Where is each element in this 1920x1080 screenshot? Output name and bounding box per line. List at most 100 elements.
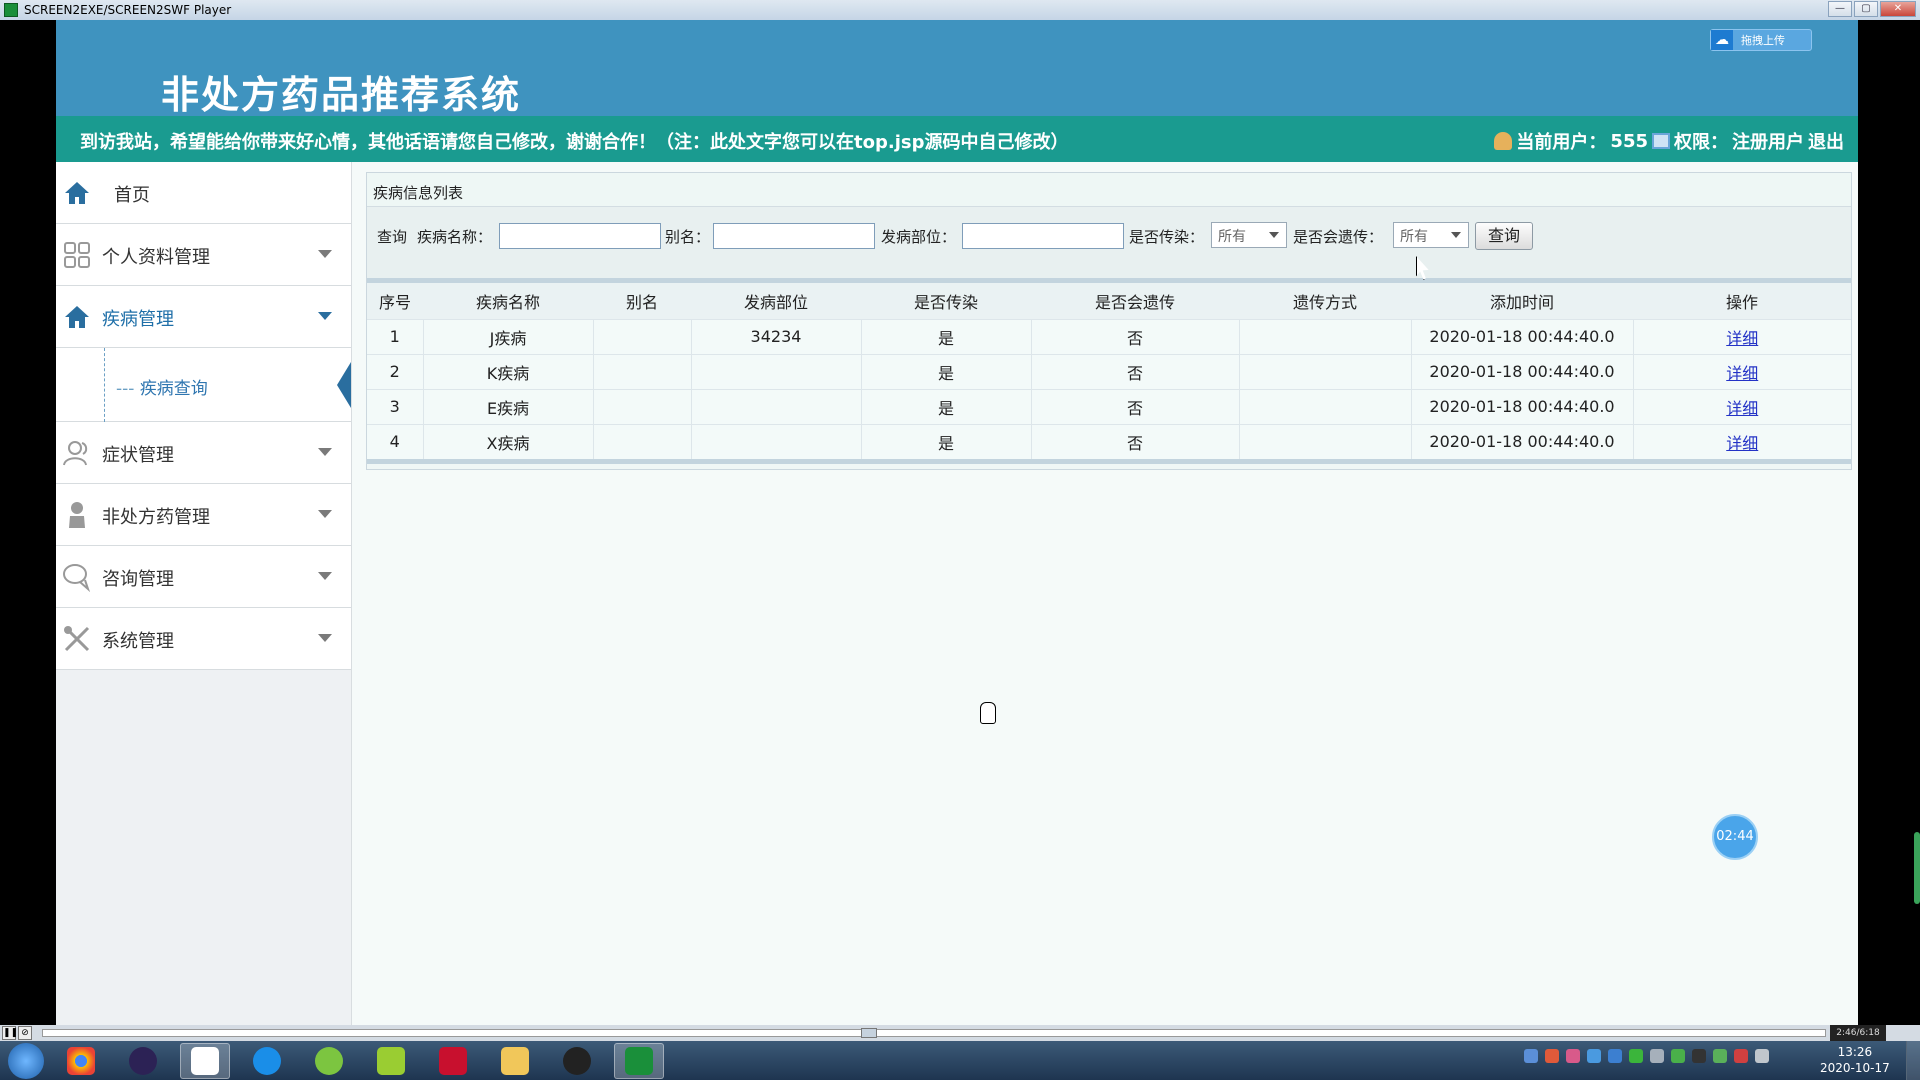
notice-message: 到访我站，希望能给你带来好心情，其他话语请您自己修改，谢谢合作！（注：此处文字您…	[80, 132, 1069, 153]
tray-icon[interactable]	[1545, 1049, 1559, 1063]
tray-icon[interactable]	[1524, 1049, 1538, 1063]
tray-icon[interactable]	[1566, 1049, 1580, 1063]
clock-time: 13:26	[1837, 1045, 1873, 1059]
sidebar-subitem-disease-query[interactable]: 疾病查询	[56, 348, 351, 422]
search-button[interactable]: 查询	[1475, 222, 1533, 250]
detail-link[interactable]: 详细	[1726, 364, 1758, 383]
start-button[interactable]	[8, 1042, 44, 1079]
wechat-icon[interactable]	[1629, 1049, 1643, 1063]
sidebar-item-profile[interactable]: 个人资料管理	[56, 224, 351, 286]
eclipse-icon	[129, 1046, 157, 1075]
monitor-icon[interactable]	[1755, 1049, 1769, 1063]
cell-action: 详细	[1632, 424, 1851, 459]
col-header-inheritance: 遗传方式	[1292, 292, 1357, 312]
tray-icon[interactable]	[1671, 1049, 1685, 1063]
chevron-down-icon	[318, 510, 332, 518]
disease-name-input[interactable]	[499, 223, 661, 249]
logout-link[interactable]: 退出	[1808, 128, 1844, 154]
contagious-select[interactable]: 所有	[1211, 222, 1287, 248]
panel-title: 疾病信息列表	[367, 173, 1851, 207]
recording-timer[interactable]: 02:44	[1712, 814, 1758, 860]
taskbar-browser[interactable]	[242, 1043, 292, 1079]
site-label: 发病部位：	[881, 228, 957, 246]
taskbar-chrome[interactable]	[56, 1043, 106, 1079]
sidebar-item-system[interactable]: 系统管理	[56, 608, 351, 670]
taskbar-flash[interactable]	[428, 1043, 478, 1079]
cell-added-time: 2020-01-18 00:44:40.0	[1410, 354, 1633, 389]
sidebar-item-home[interactable]: 首页	[56, 162, 351, 224]
sidebar-item-label: 个人资料管理	[102, 247, 210, 268]
maximize-button[interactable]: ▢	[1854, 1, 1878, 17]
cell-contagious: 是	[860, 354, 1031, 389]
home-icon	[65, 306, 89, 328]
users-icon	[63, 441, 88, 466]
cell-index: 4	[389, 432, 400, 452]
table-row: 4 X疾病 是 否 2020-01-18 00:44:40.0 详细	[367, 424, 1851, 459]
col-header-hereditary: 是否会遗传	[1094, 292, 1175, 312]
seek-thumb[interactable]	[861, 1028, 877, 1038]
chat-icon	[63, 564, 91, 592]
cell-action: 详细	[1632, 389, 1851, 424]
taskbar-explorer[interactable]	[490, 1043, 540, 1079]
permission-value: 注册用户	[1732, 132, 1804, 153]
sidebar-item-otc-drug[interactable]: 非处方药管理	[56, 484, 351, 546]
taskbar-clock[interactable]: 13:26 2020-10-17	[1820, 1044, 1890, 1076]
detail-link[interactable]: 详细	[1726, 434, 1758, 453]
minimize-button[interactable]: —	[1828, 1, 1852, 17]
current-user-label: 当前用户：	[1516, 132, 1607, 153]
pause-icon[interactable]: ❚❚	[2, 1026, 18, 1040]
sidebar-item-label: 非处方药管理	[102, 507, 210, 528]
qq-icon	[563, 1046, 591, 1075]
window-titlebar: SCREEN2EXE/SCREEN2SWF Player — ▢ ✕	[0, 0, 1920, 20]
upload-button[interactable]: ☁ 拖拽上传	[1710, 29, 1812, 51]
cloud-icon	[191, 1046, 219, 1075]
taskbar-baidu-netdisk[interactable]	[180, 1042, 230, 1079]
taskbar-player[interactable]	[614, 1042, 664, 1079]
show-desktop-button[interactable]	[1906, 1041, 1920, 1080]
grid-icon	[64, 242, 90, 268]
cell-name: J疾病	[422, 319, 593, 354]
network-icon[interactable]	[1713, 1049, 1727, 1063]
taskbar-eclipse[interactable]	[118, 1043, 168, 1079]
close-button[interactable]: ✕	[1880, 1, 1916, 17]
system-title: 非处方药品推荐系统	[161, 72, 522, 117]
cell-added-time: 2020-01-18 00:44:40.0	[1410, 424, 1633, 459]
cell-name: K疾病	[422, 354, 593, 389]
seek-bar[interactable]	[42, 1028, 1826, 1038]
cell-alias	[592, 389, 691, 424]
player-time: 2:46/6:18	[1830, 1025, 1886, 1041]
cell-inheritance	[1238, 424, 1411, 459]
active-indicator	[337, 362, 351, 408]
side-handle[interactable]	[1914, 832, 1920, 904]
sidebar-item-label: 咨询管理	[102, 569, 174, 590]
cell-alias	[592, 354, 691, 389]
site-input[interactable]	[962, 223, 1124, 249]
qq-icon[interactable]	[1692, 1049, 1706, 1063]
cell-hereditary: 否	[1030, 424, 1239, 459]
sidebar-item-symptom[interactable]: 症状管理	[56, 422, 351, 484]
user-icon	[1494, 132, 1513, 150]
taskbar-notepad[interactable]	[366, 1043, 416, 1079]
cell-hereditary: 否	[1030, 354, 1239, 389]
taskbar-qq[interactable]	[552, 1043, 602, 1079]
tools-icon	[64, 626, 90, 652]
stop-icon[interactable]: ⊘	[18, 1026, 32, 1040]
tray-icon[interactable]	[1650, 1049, 1664, 1063]
tray-icon[interactable]	[1608, 1049, 1622, 1063]
taskbar-app-green[interactable]	[304, 1043, 354, 1079]
sidebar-item-label: 系统管理	[102, 631, 174, 652]
detail-link[interactable]: 详细	[1726, 399, 1758, 418]
chrome-icon	[67, 1046, 95, 1075]
detail-link[interactable]: 详细	[1726, 329, 1758, 348]
sidebar-item-consult[interactable]: 咨询管理	[56, 546, 351, 608]
clock-date: 2020-10-17	[1820, 1061, 1890, 1075]
sidebar-item-disease[interactable]: 疾病管理	[56, 286, 351, 348]
cell-index: 1	[389, 327, 400, 346]
chevron-down-icon	[318, 572, 332, 580]
sidebar-item-label: 首页	[114, 185, 150, 206]
shield-icon[interactable]	[1587, 1049, 1601, 1063]
person-icon	[69, 502, 85, 528]
alias-input[interactable]	[713, 223, 875, 249]
volume-icon[interactable]	[1734, 1049, 1748, 1063]
hereditary-select[interactable]: 所有	[1393, 222, 1469, 248]
